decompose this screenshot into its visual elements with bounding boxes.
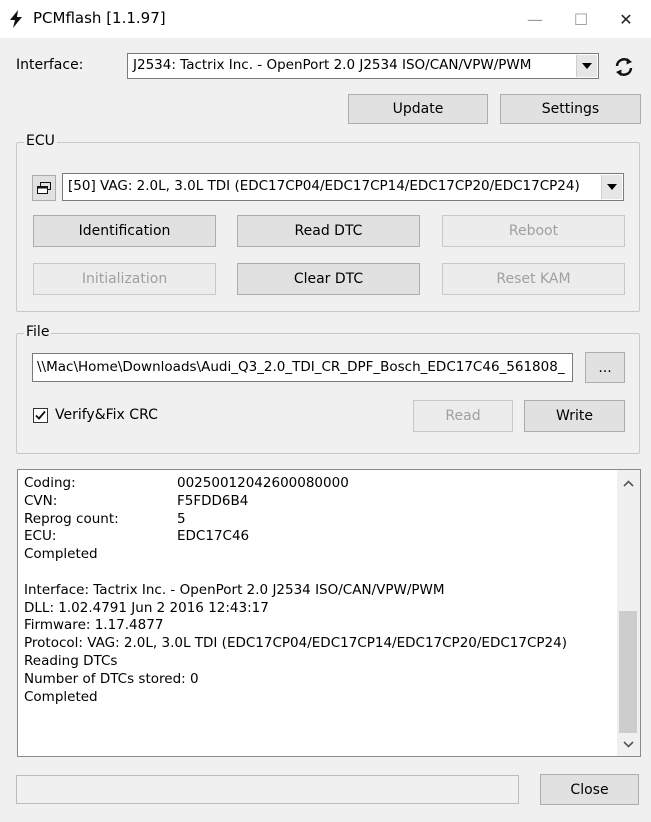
log-line: DLL: 1.02.4791 Jun 2 2016 12:43:17	[24, 600, 620, 618]
minimize-button[interactable]: —	[512, 0, 558, 38]
file-legend: File	[24, 324, 52, 340]
chevron-down-icon[interactable]	[601, 175, 622, 199]
log-line: Coding: 00250012042600080000	[24, 475, 620, 493]
ecu-select-value: [50] VAG: 2.0L, 3.0L TDI (EDC17CP04/EDC1…	[68, 178, 580, 194]
maximize-button[interactable]: ☐	[558, 0, 604, 38]
log-lines: Coding: 00250012042600080000 CVN: F5FDD6B4 R…	[24, 475, 620, 706]
identification-button[interactable]: Identification	[33, 215, 216, 247]
log-line-text: Coding:	[24, 475, 76, 491]
verify-crc-checkbox[interactable]	[33, 408, 48, 423]
log-line-text: CVN:	[24, 492, 58, 509]
log-line-text: Protocol: VAG: 2.0L, 3.0L TDI (EDC17CP04…	[24, 635, 567, 652]
log-line: ECU: EDC17C46	[24, 528, 620, 546]
log-line-text: Firmware: 1.17.4877	[24, 617, 164, 634]
verify-crc-label[interactable]: Verify&Fix CRC	[55, 407, 158, 423]
restore-windows-icon	[37, 182, 51, 194]
clear-dtc-button[interactable]: Clear DTC	[237, 263, 420, 295]
ecu-select[interactable]: [50] VAG: 2.0L, 3.0L TDI (EDC17CP04/EDC1…	[62, 173, 624, 201]
interface-label: Interface:	[16, 57, 84, 73]
log-line: Completed	[24, 689, 620, 707]
log-line-text: Completed	[24, 546, 98, 563]
close-window-button[interactable]: ✕	[603, 0, 649, 38]
reset-kam-button[interactable]: Reset KAM	[442, 263, 625, 295]
log-line: Number of DTCs stored: 0	[24, 671, 620, 689]
log-line: Reading DTCs	[24, 653, 620, 671]
close-button[interactable]: Close	[540, 774, 639, 805]
reboot-button[interactable]: Reboot	[442, 215, 625, 247]
ecu-legend: ECU	[24, 133, 57, 149]
log-line-text: Number of DTCs stored: 0	[24, 670, 199, 687]
interface-select-value: J2534: Tactrix Inc. - OpenPort 2.0 J2534…	[133, 57, 532, 73]
lightning-icon	[10, 10, 22, 28]
log-line: Interface: Tactrix Inc. - OpenPort 2.0 J…	[24, 582, 620, 600]
log-line-text: Reprog count:	[24, 510, 119, 527]
log-line: CVN: F5FDD6B4	[24, 493, 620, 511]
log-line-text: Interface: Tactrix Inc. - OpenPort 2.0 J…	[24, 581, 445, 598]
log-line-text: Reading DTCs	[24, 652, 118, 669]
log-line: Completed	[24, 546, 620, 564]
log-line-value: EDC17C46	[177, 528, 250, 545]
file-path-input[interactable]: \\Mac\Home\Downloads\Audi_Q3_2.0_TDI_CR_…	[32, 353, 573, 382]
window-title: PCMflash [1.1.97]	[33, 9, 166, 27]
file-group	[16, 333, 640, 454]
write-button[interactable]: Write	[524, 400, 625, 432]
log-line: Firmware: 1.17.4877	[24, 617, 620, 635]
refresh-icon[interactable]	[613, 56, 635, 78]
log-line: Reprog count: 5	[24, 511, 620, 529]
update-button[interactable]: Update	[348, 94, 488, 124]
browse-button[interactable]: ...	[585, 352, 625, 383]
log-line-text: Completed	[24, 688, 98, 705]
interface-select[interactable]: J2534: Tactrix Inc. - OpenPort 2.0 J2534…	[127, 53, 599, 79]
chevron-down-icon[interactable]	[617, 736, 640, 752]
read-button[interactable]: Read	[413, 400, 513, 432]
chevron-up-icon[interactable]	[617, 475, 640, 491]
file-path-value: \\Mac\Home\Downloads\Audi_Q3_2.0_TDI_CR_…	[37, 359, 565, 375]
log-line-value: 5	[177, 510, 186, 527]
checkmark-icon	[35, 410, 46, 420]
log-scrollbar[interactable]	[617, 470, 640, 756]
log-panel[interactable]: Coding: 00250012042600080000 CVN: F5FDD6B4 R…	[17, 469, 641, 757]
log-line: Protocol: VAG: 2.0L, 3.0L TDI (EDC17CP04…	[24, 635, 620, 653]
read-dtc-button[interactable]: Read DTC	[237, 215, 420, 247]
log-line-text: DLL: 1.02.4791 Jun 2 2016 12:43:17	[24, 599, 269, 616]
log-line-value: F5FDD6B4	[177, 492, 249, 509]
ecu-window-button[interactable]	[32, 175, 56, 201]
log-line-text: ECU:	[24, 528, 57, 545]
log-scroll-thumb[interactable]	[619, 611, 637, 733]
status-bar	[16, 775, 519, 804]
settings-button[interactable]: Settings	[500, 94, 641, 124]
log-line-value: 00250012042600080000	[177, 475, 349, 491]
title-bar: PCMflash [1.1.97] — ☐ ✕	[0, 0, 651, 38]
initialization-button[interactable]: Initialization	[33, 263, 216, 295]
chevron-down-icon[interactable]	[576, 55, 597, 77]
